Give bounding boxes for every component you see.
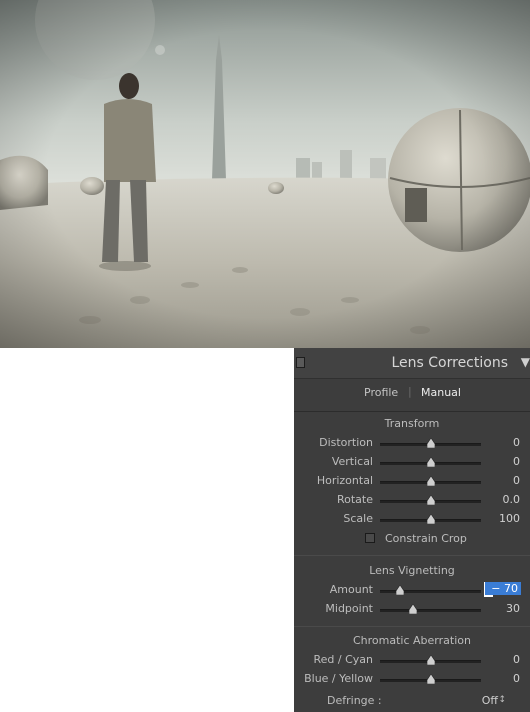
tab-manual[interactable]: Manual [421,386,461,399]
rotate-slider-row: Rotate 0.0 [294,491,530,510]
defringe-label: Defringe : [327,694,382,707]
slider-label: Amount [329,583,373,596]
slider-label: Rotate [336,493,373,506]
red-cyan-slider-row: Red / Cyan 0 [294,651,530,670]
section-divider [294,555,530,556]
horizontal-slider-row: Horizontal 0 [294,472,530,491]
panel-header[interactable]: Lens Corrections ▼ [294,348,530,379]
slider-label: Horizontal [316,474,373,487]
updown-arrows-icon[interactable]: ↕ [498,695,506,705]
defringe-select[interactable]: Off [482,694,498,707]
midpoint-slider-row: Midpoint 30 [294,600,530,619]
slider-value[interactable]: 0 [513,474,520,487]
slider-value[interactable]: 30 [506,602,520,615]
chromatic-section-title: Chromatic Aberration [353,634,471,647]
slider-label: Red / Cyan [313,653,373,666]
vignetting-section-title: Lens Vignetting [369,564,455,577]
slider-value[interactable]: 100 [499,512,520,525]
distortion-slider-row: Distortion 0 [294,434,530,453]
collapse-triangle-icon[interactable]: ▼ [521,355,530,369]
scale-slider-row: Scale 100 [294,510,530,529]
constrain-crop-label[interactable]: Constrain Crop [385,532,467,545]
slider-label: Vertical [331,455,373,468]
constrain-crop-checkbox[interactable] [365,533,375,543]
lens-corrections-panel: Lens Corrections ▼ Profile | Manual Tran… [294,348,530,712]
slider-value[interactable]: 0 [513,672,520,685]
amount-slider-row: Amount − 70 [294,581,530,600]
slider-label: Distortion [319,436,373,449]
amount-value-field[interactable]: − 70 [485,582,521,595]
vertical-slider-row: Vertical 0 [294,453,530,472]
slider-label: Scale [343,512,373,525]
photo-preview [0,0,530,348]
section-divider [294,626,530,627]
slider-value[interactable]: 0 [513,455,520,468]
tab-bar: Profile | Manual [294,379,530,412]
transform-section-title: Transform [384,417,440,430]
blue-yellow-slider-row: Blue / Yellow 0 [294,670,530,689]
slider-label: Midpoint [325,602,373,615]
slider-value[interactable]: 0 [513,653,520,666]
tab-profile[interactable]: Profile [364,386,398,399]
slider-track[interactable] [380,609,481,612]
slider-value[interactable]: 0.0 [503,493,521,506]
slider-label: Blue / Yellow [304,672,373,685]
panel-title: Lens Corrections [391,355,508,371]
tab-separator: | [408,385,412,398]
panel-collapse-square-icon[interactable] [296,357,305,368]
empty-area [0,348,294,712]
slider-value[interactable]: 0 [513,436,520,449]
